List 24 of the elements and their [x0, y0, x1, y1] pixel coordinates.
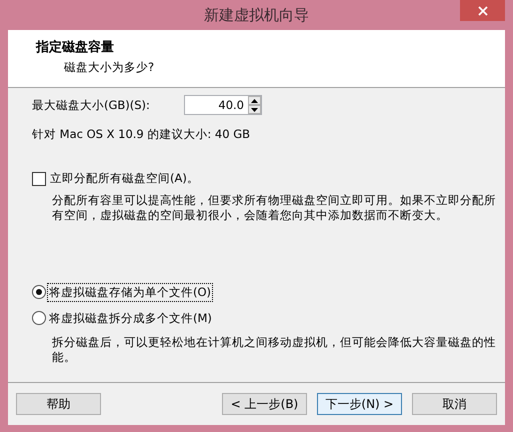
size-spinbox[interactable]: 40.0 [184, 95, 262, 115]
field-label: 最大磁盘大小(GB)(S): [32, 98, 151, 112]
step-subtitle: 磁盘大小为多少? [64, 60, 156, 75]
window-title: 新建虚拟机向导 [204, 6, 309, 24]
close-button[interactable] [460, 0, 505, 21]
radio-button[interactable] [32, 285, 46, 299]
recommendation-text: 针对 Mac OS X 10.9 的建议大小: 40 GB [32, 127, 252, 142]
step-title: 指定磁盘容量 [36, 38, 115, 56]
description-text: 分配所有容里可以提高性能，但要求所有物理磁盘空间立即可用。如果不立即分配所有空间，虚拟磁盘的空间最初很小，会随着您向其中添加数据而不断变大。 [52, 193, 497, 223]
radio-label[interactable]: 将虚拟磁盘拆分成多个文件(M) [48, 310, 213, 326]
dialog-button[interactable]: 下一步(N) > [317, 393, 402, 415]
checkbox[interactable] [32, 172, 46, 186]
checkbox-label[interactable]: 立即分配所有磁盘空间(A)。 [49, 170, 200, 187]
spin-up-button[interactable] [248, 96, 261, 105]
radio-button[interactable] [32, 311, 46, 325]
dialog-button[interactable]: 帮助 [16, 393, 101, 415]
close-icon [478, 6, 488, 16]
spin-down-button[interactable] [248, 105, 261, 114]
dialog-button[interactable]: < 上一步(B) [222, 393, 307, 415]
up-arrow-icon [251, 98, 258, 102]
radio-label[interactable]: 将虚拟磁盘存储为单个文件(O) [48, 284, 212, 300]
down-arrow-icon [251, 108, 258, 112]
description-text: 拆分磁盘后，可以更轻松地在计算机之间移动虚拟机，但可能会降低大容量磁盘的性能。 [52, 335, 497, 365]
dialog-button[interactable]: 取消 [412, 393, 497, 415]
